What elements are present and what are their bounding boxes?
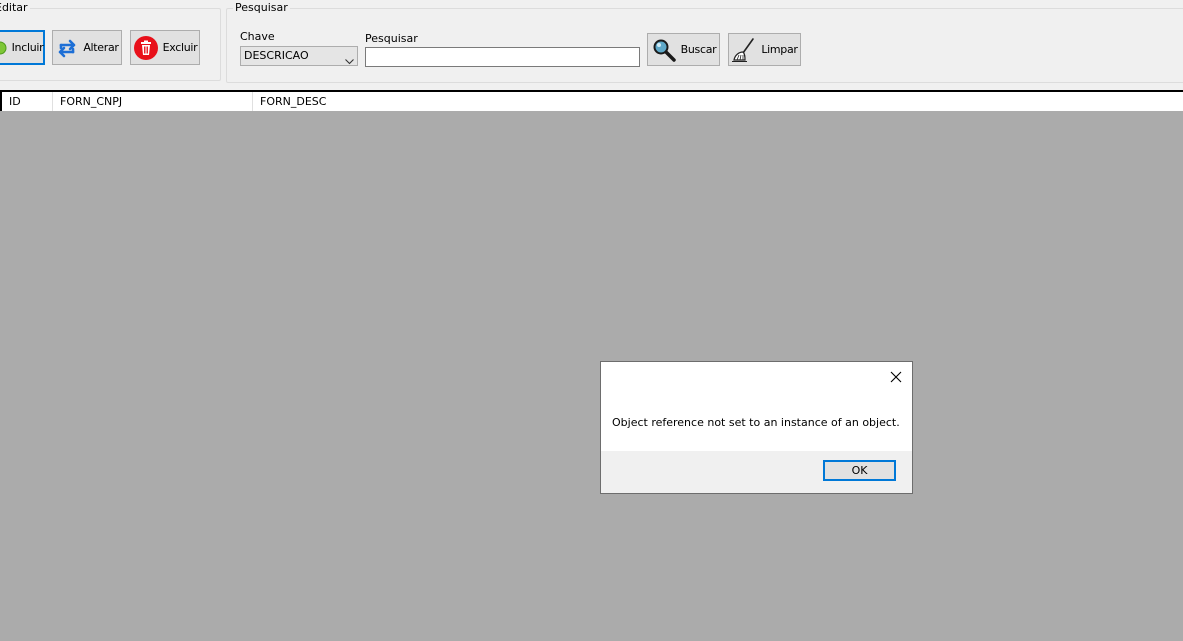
chave-label: Chave	[240, 30, 275, 43]
error-message: Object reference not set to an instance …	[612, 416, 900, 429]
green-circle-icon	[0, 41, 8, 55]
chevron-down-icon	[345, 53, 354, 71]
pesquisar-input[interactable]	[365, 47, 640, 67]
close-icon[interactable]	[889, 370, 903, 384]
ok-button[interactable]: OK	[823, 460, 896, 481]
column-header-forn-cnpj[interactable]: FORN_CNPJ	[53, 92, 253, 111]
incluir-button[interactable]: Incluir	[0, 30, 45, 65]
error-dialog: Object reference not set to an instance …	[600, 361, 913, 494]
broom-icon	[731, 37, 757, 63]
column-header-forn-desc[interactable]: FORN_DESC	[253, 92, 1183, 111]
trash-icon	[133, 35, 159, 61]
alterar-button[interactable]: Alterar	[52, 30, 122, 65]
toolbar: Editar Incluir Alterar	[0, 0, 1183, 90]
buscar-button[interactable]: Buscar	[647, 33, 720, 66]
limpar-button[interactable]: Limpar	[728, 33, 801, 66]
pesquisar-group-label: Pesquisar	[235, 1, 288, 14]
magnifier-icon	[651, 37, 677, 63]
grid-body	[0, 111, 1183, 641]
chave-select[interactable]: DESCRICAO	[240, 46, 358, 66]
swap-arrows-icon	[55, 36, 79, 60]
incluir-label: Incluir	[11, 41, 44, 54]
excluir-button[interactable]: Excluir	[130, 30, 200, 65]
grid-header: ID FORN_CNPJ FORN_DESC	[0, 92, 1183, 111]
excluir-label: Excluir	[162, 41, 198, 54]
buscar-label: Buscar	[680, 43, 717, 56]
editar-group-label: Editar	[0, 1, 28, 14]
chave-select-value: DESCRICAO	[244, 49, 309, 62]
column-header-id[interactable]: ID	[2, 92, 53, 111]
limpar-label: Limpar	[761, 43, 798, 56]
alterar-label: Alterar	[83, 41, 119, 54]
dialog-footer: OK	[601, 451, 912, 493]
pesquisar-label: Pesquisar	[365, 32, 418, 45]
